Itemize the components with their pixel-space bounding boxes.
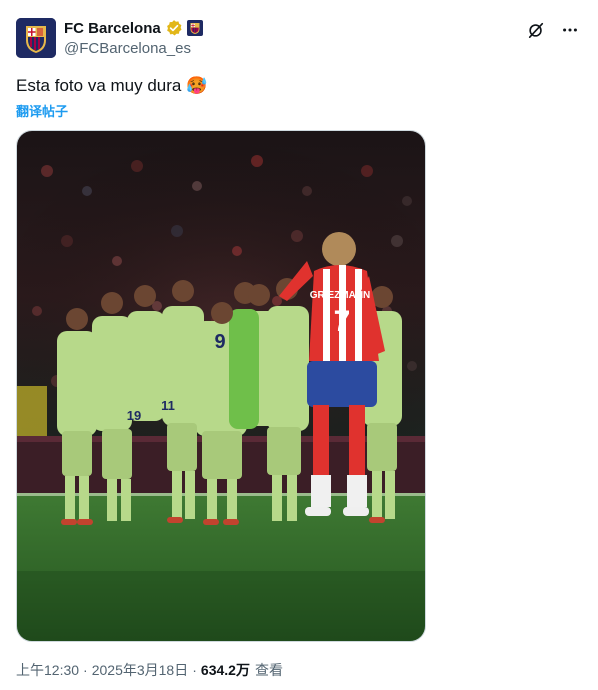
tweet-photo[interactable]: 9 11 19 GRIEZMANN 7 [16,130,426,642]
player-number-7: 7 [334,305,351,338]
tweet-text: Esta foto va muy dura 🥵 [16,76,208,96]
player-number-11: 11 [161,398,175,413]
display-name[interactable]: FC Barcelona [64,20,161,37]
tweet-body: Esta foto va muy dura [16,76,182,95]
more-options-icon [563,28,577,32]
fc-barcelona-crest-icon [16,18,56,58]
player-number-9: 9 [214,331,225,353]
grok-icon [528,22,544,39]
gold-verified-check-icon[interactable] [165,19,183,37]
translate-post-link[interactable]: 翻译帖子 [16,101,68,120]
hot-face-emoji: 🥵 [186,76,208,95]
more-options-button[interactable] [560,20,580,40]
views-label: 查看 [254,662,283,678]
player-number-19: 19 [127,408,141,423]
avatar[interactable] [16,18,56,58]
tweet-header: FC Barcelona @FCBarcelona_es [16,16,582,60]
team-huddle-photo: 9 11 19 GRIEZMANN 7 [17,131,425,641]
views-count: 634.2万 [200,662,250,678]
tweet-meta: 上午12:30 · 2025年3月18日 · 634.2万 查看 [16,660,283,680]
display-name-row: FC Barcelona [64,18,203,38]
separator: · [83,662,88,678]
account-handle[interactable]: @FCBarcelona_es [64,40,203,57]
account-names: FC Barcelona @FCBarcelona_es [64,18,203,57]
jersey-name: GRIEZMANN [310,290,371,301]
tweet-time[interactable]: 上午12:30 [16,660,79,680]
separator: · [192,662,197,678]
fc-barcelona-crest-icon[interactable] [186,20,203,36]
grok-button[interactable] [526,20,546,40]
tweet-date[interactable]: 2025年3月18日 [92,660,189,680]
